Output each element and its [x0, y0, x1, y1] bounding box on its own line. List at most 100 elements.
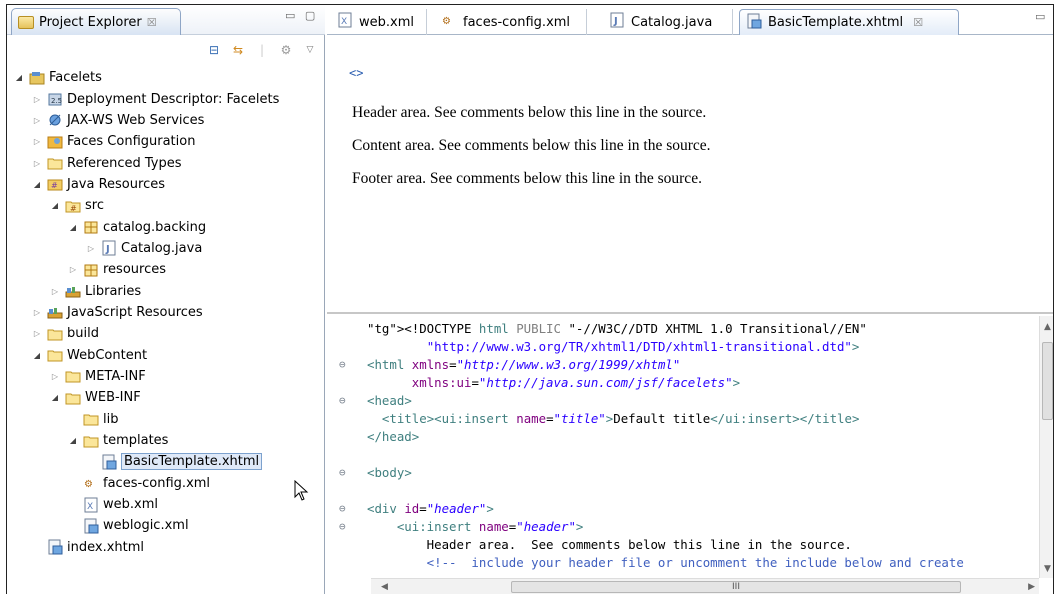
expand-toggle-icon[interactable]: ◢	[49, 201, 61, 210]
expand-toggle-icon[interactable]: ▷	[85, 244, 97, 253]
tree-item[interactable]: ◢ Facelets	[7, 67, 325, 88]
scroll-down-icon[interactable]: ▼	[1044, 564, 1051, 574]
tree-item[interactable]: ⚙ faces-config.xml	[7, 473, 325, 494]
tree-item[interactable]: ◢ # Java Resources	[7, 174, 325, 195]
xhtml-file-icon	[101, 454, 117, 470]
editor-tab-label: faces-config.xml	[463, 14, 571, 30]
view-menu-icon[interactable]: ▽	[302, 42, 318, 58]
tree-item[interactable]: ◢ # src	[7, 195, 325, 216]
tree-item-label: WEB-INF	[85, 390, 141, 406]
horizontal-scroll-thumb[interactable]: III	[511, 581, 961, 593]
minimize-icon[interactable]: ▭	[1035, 10, 1048, 23]
expand-toggle-icon[interactable]: ◢	[31, 351, 43, 360]
editor-tab-label: web.xml	[359, 14, 414, 30]
close-icon[interactable]: ☒	[913, 16, 923, 29]
fold-toggle-icon[interactable]: ⊖	[339, 520, 346, 533]
expand-toggle-icon[interactable]: ◢	[31, 180, 43, 189]
expand-toggle-icon[interactable]: ▷	[49, 372, 61, 381]
fold-toggle-icon[interactable]: ⊖	[339, 358, 346, 371]
tree-item[interactable]: ▷ JAX-WS Web Services	[7, 110, 325, 131]
collapse-all-icon[interactable]: ⊟	[206, 42, 222, 58]
mouse-pointer-icon	[294, 480, 309, 501]
library-icon	[65, 283, 81, 299]
tree-item[interactable]: ▷ Libraries	[7, 280, 325, 301]
project-explorer-tab[interactable]: Project Explorer ☒	[11, 8, 181, 35]
preview-paragraph: Header area. See comments below this lin…	[352, 104, 707, 121]
scroll-up-icon[interactable]: ▲	[1044, 322, 1051, 332]
fold-toggle-icon[interactable]: ⊖	[339, 394, 346, 407]
project-explorer-header: Project Explorer ☒ ▭ ▢	[7, 5, 325, 35]
scroll-left-icon[interactable]: ◀	[381, 582, 388, 592]
editor-tab[interactable]: Xweb.xml	[331, 9, 427, 35]
expand-toggle-icon[interactable]: ▷	[31, 116, 43, 125]
tree-item[interactable]: ▷ 2.5 Deployment Descriptor: Facelets	[7, 88, 325, 109]
library-icon	[47, 304, 63, 320]
svg-text:⚙: ⚙	[84, 479, 93, 490]
expand-toggle-icon[interactable]: ◢	[13, 73, 25, 82]
tree-item[interactable]: Xweb.xml	[7, 494, 325, 515]
tree-item-label: META-INF	[85, 368, 146, 384]
editor-tab[interactable]: J Catalog.java	[603, 9, 733, 35]
tree-item-label: Libraries	[85, 283, 142, 299]
tree-item[interactable]: ▷ J Catalog.java	[7, 238, 325, 259]
xhtml-file-icon	[83, 518, 99, 534]
horizontal-scrollbar[interactable]: ◀ III ▶	[371, 578, 1039, 594]
expand-toggle-icon[interactable]: ▷	[67, 265, 79, 274]
tree-item-label: Catalog.java	[121, 240, 203, 256]
source-editor[interactable]: "tg"><!DOCTYPE html PUBLIC "-//W3C//DTD …	[327, 316, 1053, 594]
editor-tab[interactable]: BasicTemplate.xhtml ☒	[739, 9, 959, 35]
filters-icon[interactable]: ⚙	[278, 42, 294, 58]
fold-toggle-icon[interactable]: ⊖	[339, 466, 346, 479]
folder-icon	[47, 347, 63, 363]
expand-toggle-icon[interactable]: ▷	[31, 159, 43, 168]
expand-toggle-icon[interactable]: ▷	[31, 308, 43, 317]
preview-paragraph: Content area. See comments below this li…	[352, 137, 711, 154]
vertical-scroll-thumb[interactable]	[1042, 342, 1053, 420]
expand-toggle-icon[interactable]: ▷	[31, 329, 43, 338]
source-line: "tg"><!DOCTYPE html PUBLIC "-//W3C//DTD …	[367, 321, 867, 336]
tree-item[interactable]: ▷ JavaScript Resources	[7, 302, 325, 323]
tree-item[interactable]: ◢ templates	[7, 430, 325, 451]
editor-tab[interactable]: ⚙ faces-config.xml	[435, 9, 587, 35]
close-icon[interactable]: ☒	[147, 16, 157, 29]
tree-item[interactable]: lib	[7, 409, 325, 430]
minimize-maximize-icon[interactable]: ▭ ▢	[285, 9, 318, 22]
svg-text:2.5: 2.5	[51, 97, 62, 105]
tree-item[interactable]: BasicTemplate.xhtml	[7, 451, 325, 472]
tree-item[interactable]: ◢ catalog.backing	[7, 216, 325, 237]
tree-item[interactable]: ▷ build	[7, 323, 325, 344]
expand-toggle-icon[interactable]: ▷	[31, 137, 43, 146]
tag-marker: <>	[349, 66, 364, 80]
link-with-editor-icon[interactable]: ⇆	[230, 42, 246, 58]
xhtml-file-icon	[47, 539, 63, 555]
fold-toggle-icon[interactable]: ⊖	[339, 502, 346, 515]
tree-item-label: Faces Configuration	[67, 134, 196, 150]
tree-item[interactable]: ▷ Faces Configuration	[7, 131, 325, 152]
expand-toggle-icon[interactable]: ▷	[31, 95, 43, 104]
source-line: <title><ui:insert name="title">Default t…	[381, 411, 860, 426]
tree-item[interactable]: ◢ WebContent	[7, 344, 325, 365]
tree-item[interactable]: ◢ WEB-INF	[7, 387, 325, 408]
svg-text:X: X	[87, 502, 93, 512]
webservices-icon	[47, 112, 63, 128]
tree-item[interactable]: ▷ META-INF	[7, 366, 325, 387]
tree-item-label: JAX-WS Web Services	[67, 112, 205, 128]
tree-item-label: src	[85, 198, 104, 214]
expand-toggle-icon[interactable]: ◢	[67, 436, 79, 445]
tree-item[interactable]: ▷ resources	[7, 259, 325, 280]
java-file-icon: J	[101, 240, 117, 256]
source-line: </head>	[367, 429, 420, 444]
expand-toggle-icon[interactable]: ◢	[67, 223, 79, 232]
scroll-right-icon[interactable]: ▶	[1028, 582, 1035, 592]
tree-item[interactable]: index.xhtml	[7, 537, 325, 558]
package-icon	[83, 262, 99, 278]
project-explorer-view: Project Explorer ☒ ▭ ▢ ⊟ ⇆ | ⚙ ▽ ◢ Facele…	[7, 5, 325, 594]
folder-icon	[65, 390, 81, 406]
tree-item[interactable]: ▷ Referenced Types	[7, 152, 325, 173]
svg-text:X: X	[341, 17, 347, 27]
expand-toggle-icon[interactable]: ◢	[49, 393, 61, 402]
tree-item-label: catalog.backing	[103, 219, 207, 235]
expand-toggle-icon[interactable]: ▷	[49, 287, 61, 296]
tree-item[interactable]: weblogic.xml	[7, 515, 325, 536]
tree-item-label: faces-config.xml	[103, 475, 211, 491]
